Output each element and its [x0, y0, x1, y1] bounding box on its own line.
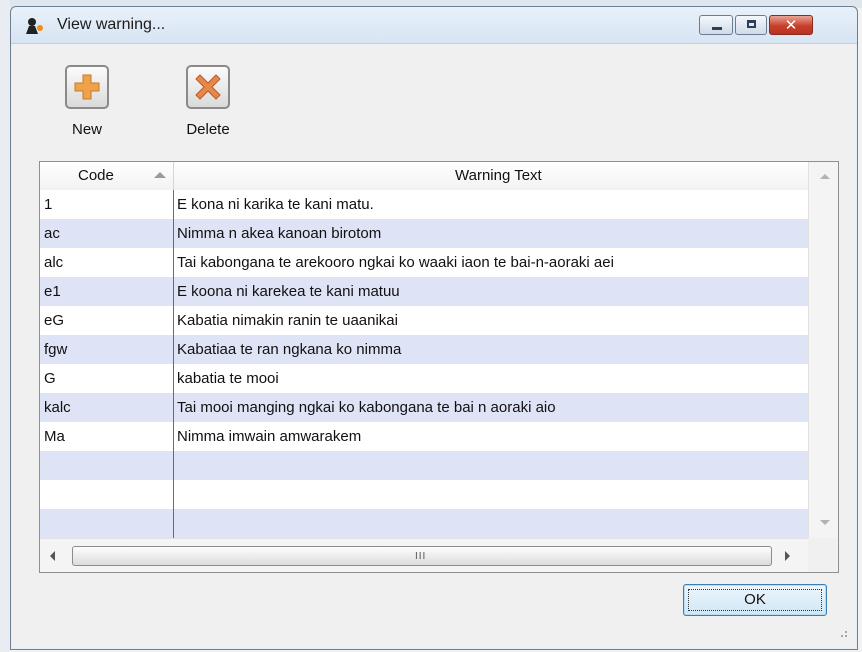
warning-text-cell: Tai kabongana te arekooro ngkai ko waaki…	[177, 254, 614, 271]
code-cell: fgw	[44, 341, 68, 358]
code-cell: Ma	[44, 428, 65, 445]
warning-text-cell: Kabatia nimakin ranin te uaanikai	[177, 312, 398, 329]
table-row-empty[interactable]	[40, 509, 808, 538]
new-icon-frame	[65, 65, 109, 109]
code-cell: ac	[44, 225, 60, 242]
title-bar[interactable]: View warning... ✕	[11, 7, 857, 44]
table-row[interactable]: eG Kabatia nimakin ranin te uaanikai	[40, 306, 808, 335]
scroll-right-icon[interactable]	[785, 551, 790, 561]
scroll-up-icon[interactable]	[820, 174, 830, 179]
delete-x-icon	[195, 74, 221, 100]
warning-text-cell	[177, 480, 805, 509]
code-cell: G	[44, 370, 56, 387]
horizontal-scroll-thumb[interactable]: III	[72, 546, 772, 566]
scrollbar-corner	[808, 538, 838, 572]
delete-icon-frame	[186, 65, 230, 109]
warnings-table[interactable]: Code Warning Text 1 E kona ni karika te k…	[39, 161, 839, 573]
code-cell: eG	[44, 312, 65, 329]
minimize-icon	[712, 27, 722, 30]
table-row[interactable]: Gkabatia te mooi	[40, 364, 808, 393]
new-button[interactable]: New	[55, 65, 119, 138]
sort-ascending-icon	[154, 172, 166, 178]
scroll-left-icon[interactable]	[50, 551, 55, 561]
table-row[interactable]: fgw Kabatiaa te ran ngkana ko nimma	[40, 335, 808, 364]
table-body: 1 E kona ni karika te kani matu. ac Nimma …	[40, 190, 808, 538]
maximize-button[interactable]	[735, 15, 767, 35]
code-cell: e1	[44, 283, 61, 300]
table-row-empty[interactable]	[40, 451, 808, 480]
close-button[interactable]: ✕	[769, 15, 813, 35]
warning-text-cell: Kabatiaa te ran ngkana ko nimma	[177, 341, 402, 358]
delete-label: Deletе	[186, 121, 230, 138]
view-warning-dialog: View warning... ✕ New Deletе Code Warnin…	[10, 6, 858, 650]
scroll-down-icon[interactable]	[820, 520, 830, 525]
desktop-edge	[0, 0, 10, 652]
table-row-empty[interactable]	[40, 480, 808, 509]
scroll-grip-icon: III	[415, 551, 427, 562]
minimize-button[interactable]	[699, 15, 733, 35]
table-row[interactable]: alc Tai kabongana te arekooro ngkai ko wa…	[40, 248, 808, 277]
table-header: Code Warning Text	[40, 162, 808, 191]
code-cell	[44, 509, 170, 538]
table-row[interactable]: 1 E kona ni karika te kani matu.	[40, 190, 808, 219]
table-row[interactable]: e1 E koona ni karekea te kani matuu	[40, 277, 808, 306]
table-row[interactable]: kalc Tai mooi manging ngkai ko kabongana …	[40, 393, 808, 422]
warning-text-cell: E koona ni karekea te kani matuu	[177, 283, 400, 300]
code-cell: 1	[44, 196, 53, 213]
code-cell: kalc	[44, 399, 71, 416]
new-label: New	[71, 121, 102, 138]
code-cell: alc	[44, 254, 64, 271]
column-header-code-label: Code	[78, 167, 114, 184]
horizontal-scrollbar[interactable]: III	[40, 538, 808, 572]
app-icon	[26, 18, 43, 34]
code-cell	[44, 451, 170, 480]
close-icon: ✕	[784, 16, 798, 34]
delete-button[interactable]: Deletе	[176, 65, 240, 138]
column-header-warning-text[interactable]: Warning Text	[173, 162, 808, 190]
vertical-scrollbar[interactable]	[808, 162, 838, 538]
warning-text-cell: Nimma imwain amwarakem	[177, 428, 362, 445]
column-divider	[173, 190, 174, 538]
plus-icon	[74, 74, 100, 100]
window-title: View warning...	[57, 16, 166, 33]
warning-text-cell: kabatia te mooi	[177, 370, 279, 387]
focus-rectangle	[688, 589, 822, 611]
column-header-code[interactable]: Code	[40, 162, 174, 190]
warning-text-cell	[177, 509, 805, 538]
warning-text-cell	[177, 451, 805, 480]
resize-grip-icon[interactable]	[835, 625, 849, 639]
code-cell	[44, 480, 170, 509]
ok-button[interactable]: OK	[683, 584, 827, 616]
table-row[interactable]: Ma Nimma imwain amwarakem	[40, 422, 808, 451]
column-header-warning-text-label: Warning Text	[455, 167, 542, 184]
warning-text-cell: Nimma n akea kanoan birotom	[177, 225, 382, 242]
warning-text-cell: Tai mooi manging ngkai ko kabongana te b…	[177, 399, 556, 416]
warning-text-cell: E kona ni karika te kani matu.	[177, 196, 374, 213]
table-row[interactable]: ac Nimma n akea kanoan birotom	[40, 219, 808, 248]
maximize-icon	[747, 20, 756, 28]
